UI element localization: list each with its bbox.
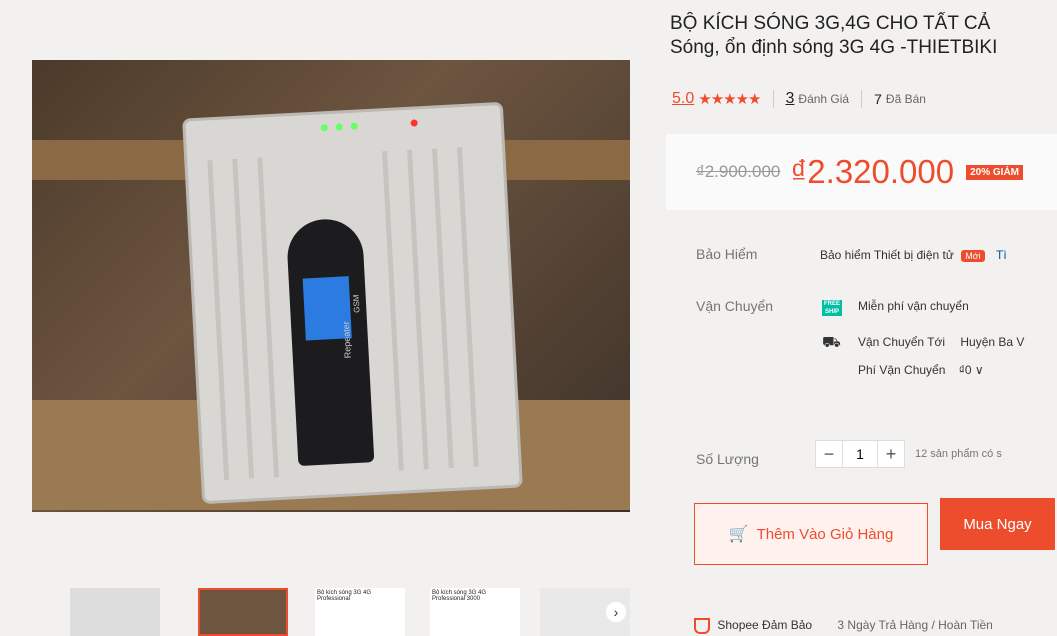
sale-price: ₫2.320.000 — [790, 153, 955, 190]
device-screen-panel: Repeater GSM — [285, 217, 375, 467]
chevron-right-icon[interactable]: › — [606, 602, 626, 622]
repeater-device: Repeater GSM — [182, 101, 523, 505]
increase-button[interactable]: + — [877, 440, 905, 468]
product-title-line1: BỘ KÍCH SÓNG 3G,4G CHO TẤT CẢ — [670, 13, 991, 34]
shipping-label: Vận Chuyển — [696, 298, 774, 314]
sold-count: 7 — [874, 91, 882, 107]
thumbnail-5[interactable]: › — [540, 588, 630, 636]
guarantee-label: Shopee Đảm Bảo — [717, 618, 813, 633]
buy-now-button[interactable]: Mua Ngay — [940, 498, 1055, 550]
insurance-value: Bảo hiểm Thiết bị điện tử — [820, 248, 954, 262]
original-price: ₫2.900.000 — [696, 162, 781, 181]
led-green — [320, 124, 328, 132]
guarantee-row: Shopee Đảm Bảo 3 Ngày Trả Hàng / Hoàn Ti… — [694, 618, 993, 634]
ship-to-row: Vận Chuyển Tới Huyện Ba V — [858, 335, 1024, 349]
fin — [432, 148, 454, 469]
buy-now-label: Mua Ngay — [963, 515, 1032, 533]
reviews-count[interactable]: 3 — [786, 90, 795, 108]
shipping-fee-label: Phí Vận Chuyển — [858, 363, 946, 377]
ship-to-label: Vận Chuyển Tới — [858, 335, 946, 349]
fin — [257, 157, 280, 478]
fin — [456, 147, 479, 467]
thumbnail-2[interactable] — [198, 588, 288, 636]
reviews-label: Đánh Giá — [798, 92, 850, 106]
stock-text: 12 sản phẩm có s — [915, 448, 1002, 460]
insurance-more-link[interactable]: Tì — [996, 248, 1007, 262]
new-badge: Mới — [961, 250, 985, 262]
shield-icon — [694, 618, 710, 634]
decrease-button[interactable]: − — [815, 440, 843, 468]
led-green — [335, 123, 343, 131]
add-to-cart-label: Thêm Vào Giỏ Hàng — [756, 525, 894, 543]
shipping-fee-value[interactable]: ₫0 ∨ — [959, 363, 984, 377]
cart-icon: 🛒 — [728, 526, 749, 543]
divider — [861, 90, 863, 108]
fin — [382, 150, 404, 471]
product-title: BỘ KÍCH SÓNG 3G,4G CHO TẤT CẢ Sóng, ổn đ… — [670, 12, 1057, 60]
product-title-line2: Sóng, ổn định sóng 3G 4G -THIETBIKI — [670, 37, 998, 58]
truck-icon: ⛟ — [822, 334, 841, 351]
led-red — [410, 119, 418, 127]
ship-to-value[interactable]: Huyện Ba V — [960, 335, 1024, 349]
quantity-label: Số Lượng — [696, 451, 759, 467]
thumbnail-4[interactable]: Bộ kích sóng 3G 4G Professional 3000 — [430, 588, 520, 636]
rating-score[interactable]: 5.0 — [672, 90, 694, 108]
fin — [407, 149, 429, 470]
device-gsm-label: GSM — [351, 294, 362, 314]
price-block: ₫2.900.000 ₫2.320.000 20% GIẢM — [666, 134, 1057, 210]
guarantee-text: 3 Ngày Trả Hàng / Hoàn Tiền — [837, 618, 993, 633]
thumbnail-caption: Bộ kích sóng 3G 4G Professional 3000 — [432, 590, 487, 602]
free-shipping-text: Miễn phí vận chuyển — [858, 299, 969, 313]
thumbnail-caption: Bộ kích sóng 3G 4G Professional — [317, 590, 372, 602]
device-repeater-label: Repeater — [340, 321, 353, 359]
product-main-image[interactable]: Repeater GSM — [32, 60, 630, 512]
fin — [207, 160, 230, 480]
quantity-stepper: − + 12 sản phẩm có s — [815, 440, 1002, 468]
insurance-label: Bảo Hiểm — [696, 246, 758, 262]
divider — [772, 90, 774, 108]
insurance-row: Bảo hiểm Thiết bị điện tử Mới Tì — [820, 248, 1007, 262]
star-rating-icon: ★★★★★ — [698, 91, 761, 108]
sold-label: Đã Bán — [885, 92, 926, 106]
add-to-cart-button[interactable]: 🛒 Thêm Vào Giỏ Hàng — [694, 503, 928, 565]
fin — [232, 158, 255, 479]
quantity-input[interactable] — [843, 440, 877, 468]
discount-badge: 20% GIẢM — [966, 164, 1024, 180]
shipping-fee-row: Phí Vận Chuyển ₫0 ∨ — [858, 363, 984, 377]
led-green — [350, 122, 358, 130]
rating-row: 5.0 ★★★★★ 3 Đánh Giá 7 Đã Bán — [672, 90, 926, 108]
thumbnail-1[interactable] — [70, 588, 160, 636]
thumbnail-3[interactable]: Bộ kích sóng 3G 4G Professional — [315, 588, 405, 636]
free-ship-icon: FREE SHIP — [822, 300, 842, 316]
